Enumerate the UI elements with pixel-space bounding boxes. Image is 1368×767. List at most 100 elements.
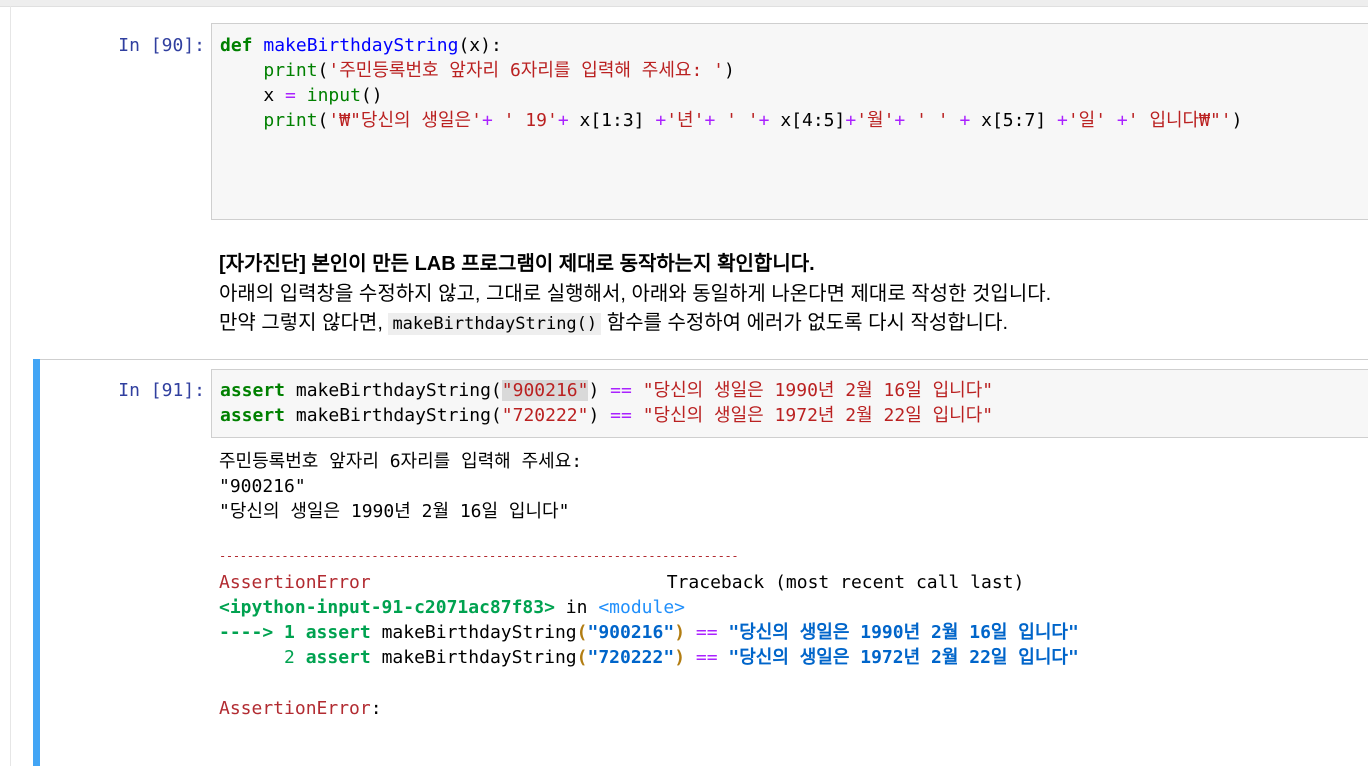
operator-plus: + bbox=[894, 110, 906, 131]
code-line-4: print('₩"당신의 생일은'+ ' 19'+ x[1:3] +'년'+ '… bbox=[220, 108, 1242, 133]
paren-open: ( bbox=[576, 647, 588, 668]
operator-eq: == bbox=[599, 380, 643, 401]
string-arg-highlighted: "900216" bbox=[501, 380, 589, 401]
string-literal: "당신의 생일은 1972년 2월 22일 입니다" bbox=[642, 405, 994, 426]
function-call: makeBirthdayString( bbox=[285, 380, 502, 401]
code-line-1: def makeBirthdayString(x): bbox=[220, 33, 502, 58]
code-line-2: assert makeBirthdayString("720222") == "… bbox=[220, 403, 993, 428]
string-literal: ' ' bbox=[905, 110, 960, 131]
markdown-heading: [자가진단] 본인이 만든 LAB 프로그램이 제대로 동작하는지 확인합니다. bbox=[219, 253, 815, 275]
slice-expr: x[5:7] bbox=[970, 110, 1057, 131]
notebook-left-border bbox=[10, 6, 11, 766]
output-stdout-3: "당신의 생일은 1990년 2월 16일 입니다" bbox=[219, 501, 570, 522]
string-literal: "당신의 생일은 1990년 2월 16일 입니다" bbox=[728, 622, 1079, 643]
params: (x): bbox=[458, 35, 502, 56]
string-literal: '일' bbox=[1067, 110, 1117, 131]
string-literal: "당신의 생일은 1990년 2월 16일 입니다" bbox=[642, 380, 994, 401]
paren-open: ( bbox=[317, 60, 329, 81]
paren-open: ( bbox=[576, 622, 588, 643]
traceback-separator: ----------------------------------------… bbox=[219, 549, 739, 563]
keyword-assert: assert bbox=[305, 647, 371, 668]
operator-plus: + bbox=[704, 110, 716, 131]
paren-close: ) bbox=[674, 647, 686, 668]
string-literal: '년' bbox=[666, 110, 705, 131]
paren-close: ) bbox=[1231, 110, 1243, 131]
function-call: makeBirthdayString bbox=[370, 622, 577, 643]
traceback-header: AssertionError Traceback (most recent cal… bbox=[219, 570, 1024, 595]
string-literal: ' 입니다₩"' bbox=[1127, 110, 1232, 131]
keyword-def: def bbox=[220, 35, 253, 56]
operator-plus: + bbox=[1057, 110, 1068, 131]
operator-eq: == bbox=[685, 647, 729, 668]
ipython-input-ref: <ipython-input-91-c2071ac87f83> bbox=[219, 597, 555, 618]
string-literal: '주민등록번호 앞자리 6자리를 입력해 주세요: ' bbox=[328, 60, 725, 81]
variable-x: x bbox=[263, 85, 286, 106]
operator-plus: + bbox=[758, 110, 770, 131]
string-literal: ' 19' bbox=[492, 110, 558, 131]
traceback-location: <ipython-input-91-c2071ac87f83> in <modu… bbox=[219, 595, 685, 620]
keyword-assert: assert bbox=[220, 380, 286, 401]
string-literal: ' ' bbox=[715, 110, 759, 131]
operator-plus: + bbox=[655, 110, 667, 131]
function-name: makeBirthdayString bbox=[263, 35, 459, 56]
operator-eq: == bbox=[685, 622, 729, 643]
cell-91-code-editor[interactable]: assert makeBirthdayString("900216") == "… bbox=[211, 369, 1368, 438]
error-name: AssertionError bbox=[219, 572, 371, 593]
output-stdout-2: "900216" bbox=[219, 476, 306, 497]
string-literal: "당신의 생일은 1972년 2월 22일 입니다" bbox=[728, 647, 1079, 668]
cell-selection-bar bbox=[33, 359, 40, 766]
notebook-top-border bbox=[0, 0, 1368, 7]
operator-plus: + bbox=[845, 110, 857, 131]
line-number: 2 bbox=[219, 647, 306, 668]
keyword-assert: assert bbox=[305, 622, 371, 643]
code-line-2: print('주민등록번호 앞자리 6자리를 입력해 주세요: ') bbox=[220, 58, 735, 83]
markdown-line-3: 만약 그렇지 않다면, makeBirthdayString() 함수를 수정하… bbox=[219, 309, 1008, 339]
inline-code: makeBirthdayString() bbox=[388, 313, 602, 335]
traceback-final: AssertionError: bbox=[219, 696, 382, 721]
in-word: in bbox=[554, 597, 599, 618]
builtin-print: print bbox=[263, 110, 318, 131]
error-arrow: ----> 1 bbox=[219, 622, 306, 643]
code-line-1: assert makeBirthdayString("900216") == "… bbox=[220, 378, 993, 403]
string-literal: '₩"당신의 생일은' bbox=[328, 110, 482, 131]
keyword-assert: assert bbox=[220, 405, 286, 426]
error-name: AssertionError bbox=[219, 698, 371, 719]
call-parens: () bbox=[360, 85, 383, 106]
cell-90-code-editor[interactable]: def makeBirthdayString(x): print('주민등록번호… bbox=[211, 23, 1368, 220]
traceback-label: Traceback (most recent call last) bbox=[666, 572, 1025, 593]
output-stdout-1: 주민등록번호 앞자리 6자리를 입력해 주세요: bbox=[219, 451, 583, 472]
builtin-print: print bbox=[263, 60, 318, 81]
cell-91-prompt: In [91]: bbox=[118, 380, 205, 401]
operator-eq: == bbox=[599, 405, 643, 426]
operator-plus: + bbox=[481, 110, 493, 131]
markdown-text: 함수를 수정하여 에러가 없도록 다시 작성합니다. bbox=[601, 312, 1009, 334]
function-call: makeBirthdayString( bbox=[285, 405, 502, 426]
string-literal: '월' bbox=[856, 110, 895, 131]
string-arg: "900216" bbox=[587, 622, 675, 643]
operator-plus: + bbox=[959, 110, 971, 131]
slice-expr: x[4:5] bbox=[769, 110, 846, 131]
string-arg: "720222" bbox=[587, 647, 675, 668]
builtin-input: input bbox=[306, 85, 361, 106]
operator-plus: + bbox=[1116, 110, 1128, 131]
markdown-text: 만약 그렇지 않다면, bbox=[219, 312, 389, 334]
paren-close: ) bbox=[588, 405, 600, 426]
paren-open: ( bbox=[317, 110, 329, 131]
operator-assign: = bbox=[285, 85, 296, 106]
module-ref: <module> bbox=[598, 597, 686, 618]
operator-plus: + bbox=[557, 110, 569, 131]
traceback-line-1: ----> 1 assert makeBirthdayString("90021… bbox=[219, 620, 1079, 645]
markdown-line-2: 아래의 입력창을 수정하지 않고, 그대로 실행해서, 아래와 동일하게 나온다… bbox=[219, 283, 1052, 305]
traceback-line-2: 2 assert makeBirthdayString("720222") ==… bbox=[219, 645, 1079, 670]
cell-90-prompt: In [90]: bbox=[118, 35, 205, 56]
code-line-3: x = input() bbox=[220, 83, 383, 108]
function-call: makeBirthdayString bbox=[370, 647, 577, 668]
paren-close: ) bbox=[674, 622, 686, 643]
colon: : bbox=[370, 698, 382, 719]
paren-close: ) bbox=[588, 380, 600, 401]
slice-expr: x[1:3] bbox=[568, 110, 656, 131]
